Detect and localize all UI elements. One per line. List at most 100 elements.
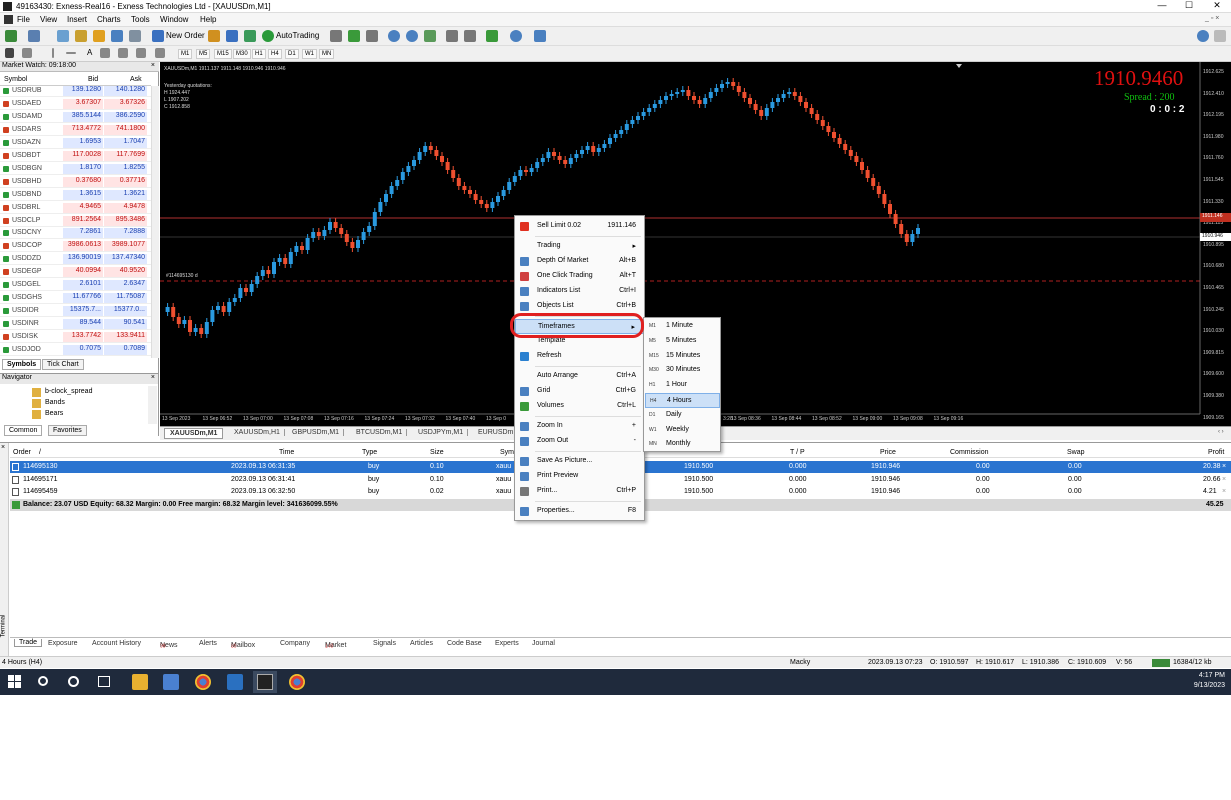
signals-icon[interactable] bbox=[226, 30, 238, 42]
tab-mailbox[interactable]: Mailbox 89 bbox=[231, 640, 255, 649]
market-watch-row[interactable]: USDGHS 11.67766 11.75087 bbox=[0, 293, 151, 305]
chart-shift-marker[interactable] bbox=[956, 64, 962, 68]
market-watch-row[interactable]: USDBND 1.3615 1.3621 bbox=[0, 189, 151, 201]
search-icon[interactable] bbox=[38, 676, 48, 686]
bar-chart-icon[interactable] bbox=[330, 30, 342, 42]
file-explorer-icon[interactable] bbox=[132, 674, 148, 690]
navigator-item[interactable]: b-clock_spread bbox=[45, 388, 92, 395]
tab-signals[interactable]: Signals bbox=[373, 640, 396, 647]
header-tp[interactable]: T / P bbox=[790, 449, 805, 456]
tab-company[interactable]: Company bbox=[280, 640, 310, 647]
tab-news[interactable]: News 99 bbox=[160, 640, 178, 649]
market-watch-row[interactable]: USDINR 89.544 90.541 bbox=[0, 319, 151, 331]
market-watch-icon[interactable] bbox=[57, 30, 69, 42]
status-profile[interactable]: Macky bbox=[790, 659, 810, 666]
header-time[interactable]: Time bbox=[279, 449, 294, 456]
tab-symbols[interactable]: Symbols bbox=[2, 359, 42, 370]
market-watch-scrollbar[interactable] bbox=[151, 86, 159, 358]
market-watch-row[interactable]: USDGEL 2.6101 2.6347 bbox=[0, 280, 151, 292]
menu-tools[interactable]: Tools bbox=[131, 15, 150, 24]
new-order-button[interactable]: New Order bbox=[166, 31, 205, 40]
tf-w1-button[interactable]: W1 bbox=[302, 49, 317, 59]
navigator-item[interactable]: Bands bbox=[45, 399, 65, 406]
tab-xauusdm-m1[interactable]: XAUUSDm,M1 bbox=[164, 428, 224, 439]
timeframe-option-d1[interactable]: D1 Daily bbox=[645, 408, 720, 423]
market-watch-row[interactable]: USDAED 3.67307 3.67326 bbox=[0, 98, 151, 110]
menu-charts[interactable]: Charts bbox=[97, 15, 121, 24]
tab-articles[interactable]: Articles bbox=[410, 640, 433, 647]
tab-common[interactable]: Common bbox=[4, 425, 43, 436]
menu-file[interactable]: File bbox=[17, 15, 30, 24]
clock-date[interactable]: 9/13/2023 bbox=[1194, 682, 1225, 689]
market-watch-row[interactable]: USDJOD 0.7075 0.7089 bbox=[0, 345, 151, 356]
autotrading-button[interactable]: AutoTrading bbox=[276, 31, 319, 40]
market-watch-row[interactable]: USDISK 133.7742 133.9411 bbox=[0, 332, 151, 344]
zoom-in-icon[interactable] bbox=[388, 30, 400, 42]
task-view-icon[interactable] bbox=[98, 676, 110, 687]
timeframe-option-h4[interactable]: H4 4 Hours bbox=[645, 393, 720, 408]
navigator-scrollbar[interactable] bbox=[148, 386, 157, 424]
header-size[interactable]: Size bbox=[430, 449, 444, 456]
navigator-icon[interactable] bbox=[93, 30, 105, 42]
market-watch-row[interactable]: USDBGN 1.8170 1.8255 bbox=[0, 163, 151, 175]
timeframe-option-mn[interactable]: MN Monthly bbox=[645, 437, 720, 452]
tile-windows-icon[interactable] bbox=[424, 30, 436, 42]
new-chart-icon[interactable] bbox=[5, 30, 17, 42]
header-price[interactable]: Price bbox=[880, 449, 896, 456]
tab-account-history[interactable]: Account History bbox=[92, 640, 141, 647]
close-icon[interactable]: × bbox=[151, 374, 155, 381]
tab-experts[interactable]: Experts bbox=[495, 640, 519, 647]
tf-m5-button[interactable]: M5 bbox=[196, 49, 211, 59]
tab-market[interactable]: Market 140 bbox=[325, 640, 346, 649]
menu-item-grid[interactable]: Grid Ctrl+G bbox=[515, 384, 644, 399]
timeframe-option-w1[interactable]: W1 Weekly bbox=[645, 423, 720, 438]
close-order-icon[interactable]: × bbox=[1222, 463, 1226, 470]
tf-m30-button[interactable]: M30 bbox=[233, 49, 251, 59]
tab-journal[interactable]: Journal bbox=[532, 640, 555, 647]
tab-code-base[interactable]: Code Base bbox=[447, 640, 482, 647]
navigator-item[interactable]: Bears bbox=[45, 410, 63, 417]
market-watch-row[interactable]: USDCLP 891.2564 895.3486 bbox=[0, 215, 151, 227]
metaeditor-icon[interactable] bbox=[208, 30, 220, 42]
new-order-icon[interactable] bbox=[152, 30, 164, 42]
child-window-controls[interactable]: _ ▫ × bbox=[1205, 15, 1219, 22]
autoscroll-icon[interactable] bbox=[464, 30, 476, 42]
cursor-icon[interactable] bbox=[5, 48, 14, 58]
close-icon[interactable]: × bbox=[151, 62, 155, 69]
menu-item-sell-limit-0-02[interactable]: Sell Limit 0.02 1911.146 bbox=[515, 219, 644, 234]
menu-item-objects-list[interactable]: Objects List Ctrl+B bbox=[515, 299, 644, 314]
indicators-icon[interactable] bbox=[486, 30, 498, 42]
header-commission[interactable]: Commission bbox=[950, 449, 989, 456]
market-watch-row[interactable]: USDDZD 136.90019 137.47340 bbox=[0, 254, 151, 266]
minimize-button[interactable]: — bbox=[1150, 0, 1174, 10]
column-ask[interactable]: Ask bbox=[130, 76, 142, 83]
menu-item-properties[interactable]: Properties... F8 bbox=[515, 504, 644, 519]
profiles-icon[interactable] bbox=[28, 30, 40, 42]
tab-usdjpym-m1[interactable]: USDJPYm,M1 bbox=[414, 429, 469, 436]
header-order[interactable]: Order bbox=[13, 449, 31, 456]
timeframe-option-h1[interactable]: H1 1 Hour bbox=[645, 378, 720, 393]
text-label-icon[interactable] bbox=[155, 48, 165, 58]
mail-icon[interactable] bbox=[227, 674, 243, 690]
tf-m1-button[interactable]: M1 bbox=[178, 49, 193, 59]
market-watch-row[interactable]: USDAZN 1.6953 1.7047 bbox=[0, 137, 151, 149]
data-window-icon[interactable] bbox=[75, 30, 87, 42]
market-watch-row[interactable]: USDCNY 7.2861 7.2888 bbox=[0, 228, 151, 240]
tf-mn-button[interactable]: MN bbox=[319, 49, 335, 59]
tab-favorites[interactable]: Favorites bbox=[48, 425, 87, 436]
close-icon[interactable]: × bbox=[1, 444, 5, 451]
column-bid[interactable]: Bid bbox=[88, 76, 98, 83]
menu-item-zoom-out[interactable]: Zoom Out - bbox=[515, 434, 644, 449]
chat-icon[interactable] bbox=[1214, 30, 1226, 42]
tf-d1-button[interactable]: D1 bbox=[285, 49, 299, 59]
horizontal-line-icon[interactable] bbox=[66, 52, 76, 54]
crosshair-icon[interactable] bbox=[22, 48, 32, 58]
tab-scroll-arrows[interactable]: ‹ › bbox=[1218, 429, 1224, 435]
clock-time[interactable]: 4:17 PM bbox=[1199, 672, 1225, 679]
connection-icon[interactable] bbox=[1152, 659, 1170, 667]
menu-item-print[interactable]: Print... Ctrl+P bbox=[515, 484, 644, 499]
close-button[interactable]: ✕ bbox=[1205, 0, 1229, 11]
header-swap[interactable]: Swap bbox=[1067, 449, 1085, 456]
menu-item-depth-of-market[interactable]: Depth Of Market Alt+B bbox=[515, 254, 644, 269]
menu-item-volumes[interactable]: Volumes Ctrl+L bbox=[515, 399, 644, 414]
